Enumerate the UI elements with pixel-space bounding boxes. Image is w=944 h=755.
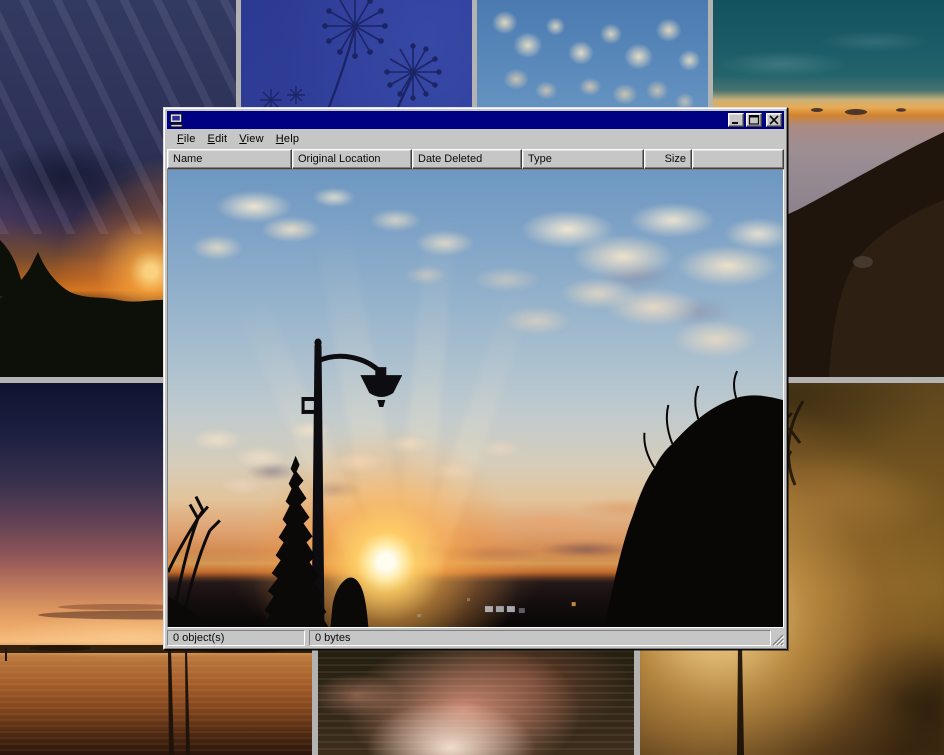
column-header-type[interactable]: Type <box>522 149 644 169</box>
left-ground-silhouette <box>168 596 210 627</box>
maximize-icon <box>748 115 760 125</box>
column-header-name[interactable]: Name <box>167 149 292 169</box>
minimize-button[interactable] <box>728 113 744 127</box>
menu-bar: File Edit View Help <box>167 129 784 149</box>
desktop: File Edit View Help Name Original Locati… <box>0 0 944 755</box>
menu-help[interactable]: Help <box>270 131 305 147</box>
window-controls <box>728 113 782 127</box>
right-trees-silhouette <box>605 371 783 627</box>
menu-file[interactable]: File <box>171 131 202 147</box>
column-header-size[interactable]: Size <box>644 149 692 169</box>
status-byte-count: 0 bytes <box>309 630 771 646</box>
minimize-icon <box>730 115 742 125</box>
menu-edit[interactable]: Edit <box>202 131 234 147</box>
silhouette-layer <box>168 170 783 627</box>
list-viewport[interactable] <box>167 169 784 628</box>
status-bar: 0 object(s) 0 bytes <box>167 630 784 646</box>
resize-grip-icon <box>771 633 784 646</box>
menu-view[interactable]: View <box>233 131 269 147</box>
bush-silhouette <box>330 578 368 627</box>
resize-grip[interactable] <box>771 633 784 646</box>
column-headers: Name Original Location Date Deleted Type… <box>167 149 784 169</box>
status-object-count: 0 object(s) <box>167 630 305 646</box>
maximize-button[interactable] <box>746 113 762 127</box>
titlebar[interactable] <box>167 111 784 129</box>
computer-icon <box>169 113 184 128</box>
column-header-date-deleted[interactable]: Date Deleted <box>412 149 522 169</box>
column-header-filler[interactable] <box>692 149 784 169</box>
column-header-original-location[interactable]: Original Location <box>292 149 412 169</box>
window-frame: File Edit View Help Name Original Locati… <box>164 108 787 649</box>
close-button[interactable] <box>766 113 782 127</box>
city-lights <box>417 598 575 617</box>
recycle-bin-window: File Edit View Help Name Original Locati… <box>163 107 788 650</box>
close-icon <box>768 115 780 125</box>
